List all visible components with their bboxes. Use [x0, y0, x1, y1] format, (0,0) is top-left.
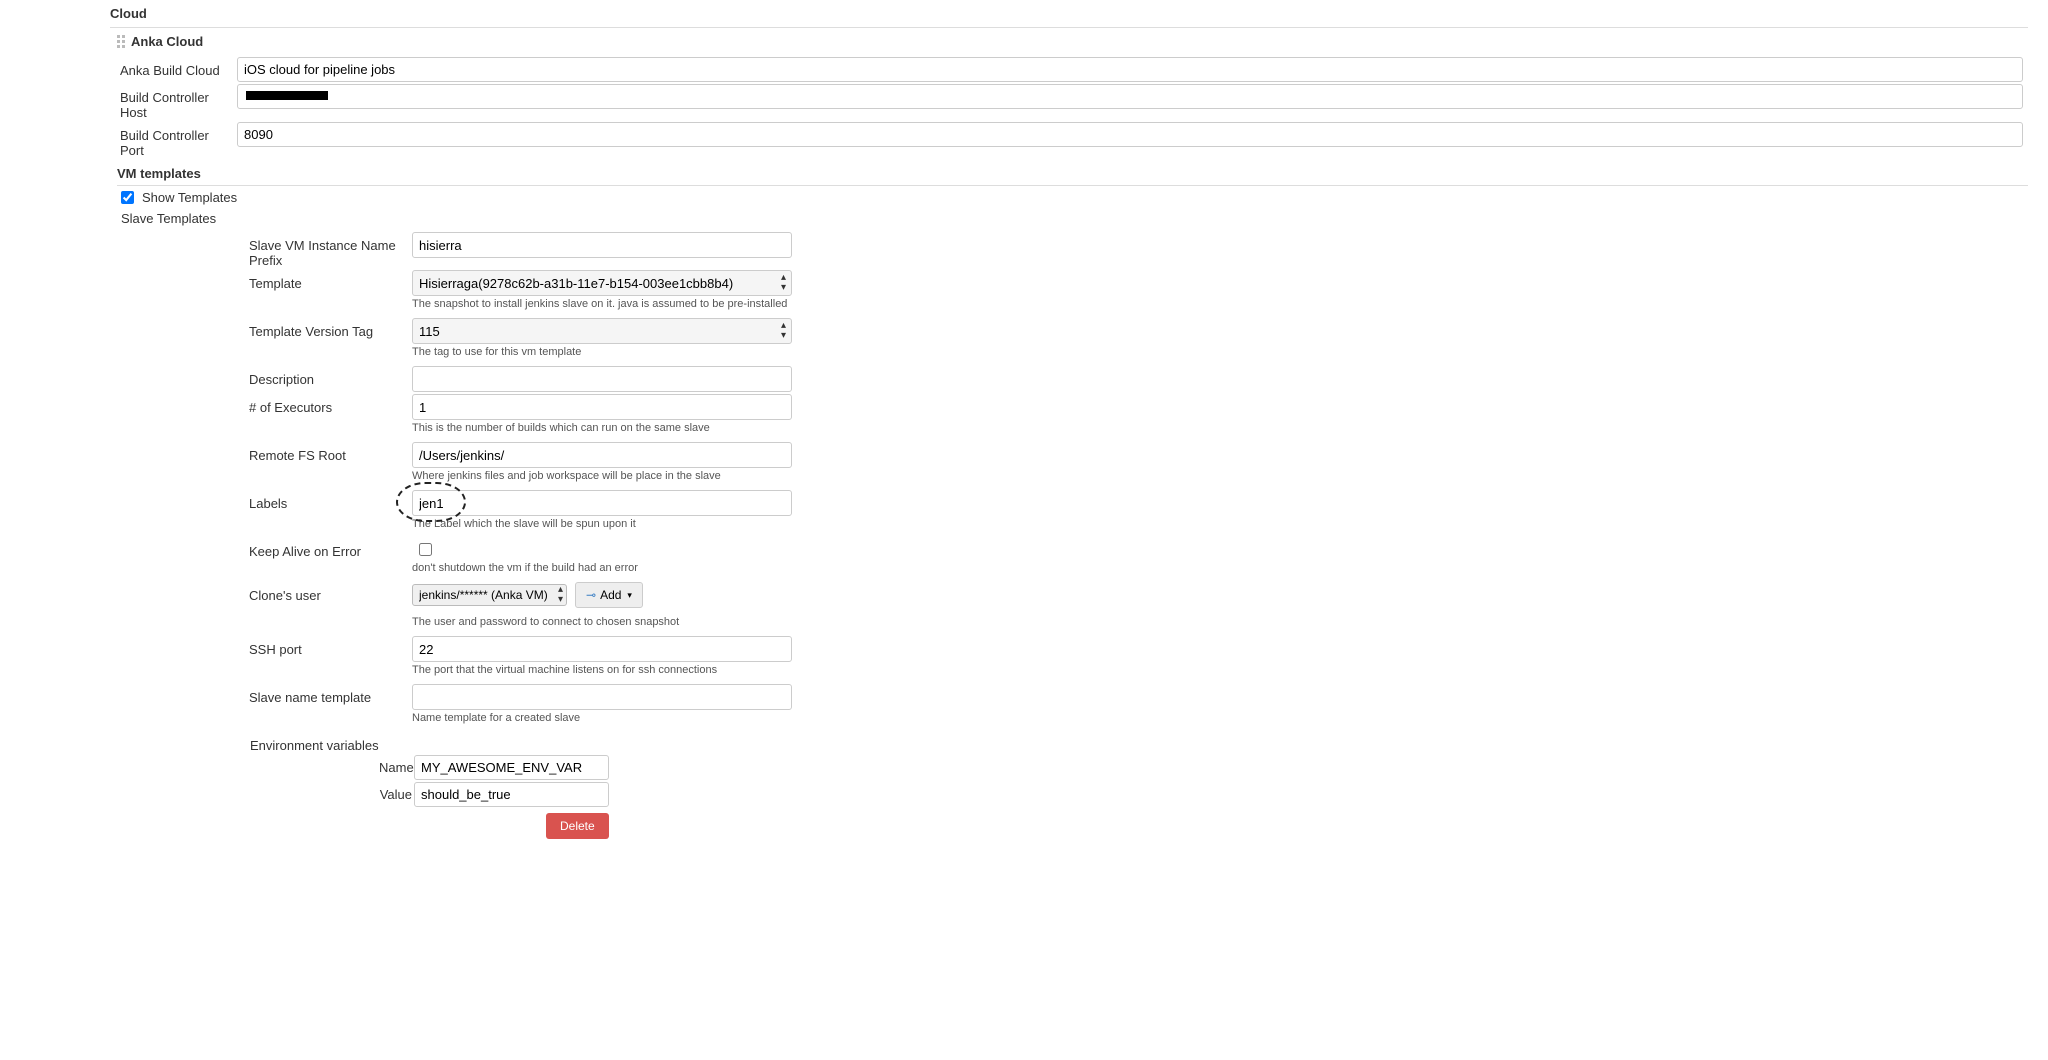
- labels-label: Labels: [249, 490, 412, 511]
- env-name-label: Name: [379, 760, 412, 775]
- vm-templates-heading: VM templates: [117, 160, 2028, 186]
- key-icon: ⊸: [586, 588, 596, 602]
- ssh-port-label: SSH port: [249, 636, 412, 657]
- env-value-label: Value: [379, 787, 412, 802]
- name-template-label: Slave name template: [249, 684, 412, 705]
- clone-user-hint: The user and password to connect to chos…: [412, 616, 792, 628]
- anka-cloud-heading: Anka Cloud: [117, 28, 2028, 55]
- anka-cloud-label: Anka Cloud: [131, 34, 203, 49]
- show-templates-label: Show Templates: [142, 190, 237, 205]
- add-button-label: Add: [600, 588, 621, 602]
- add-credentials-button[interactable]: ⊸ Add ▾: [575, 582, 643, 608]
- name-template-input[interactable]: [412, 684, 792, 710]
- env-vars-heading: Environment variables: [250, 732, 379, 753]
- executors-label: # of Executors: [249, 394, 412, 415]
- keepalive-checkbox[interactable]: [419, 543, 432, 556]
- name-template-hint: Name template for a created slave: [412, 712, 792, 724]
- controller-host-label: Build Controller Host: [120, 84, 237, 120]
- version-select[interactable]: 115: [412, 318, 792, 344]
- chevron-down-icon: ▾: [627, 590, 632, 601]
- controller-host-input[interactable]: [237, 84, 2023, 109]
- keepalive-hint: don't shutdown the vm if the build had a…: [412, 562, 792, 574]
- description-input[interactable]: [412, 366, 792, 392]
- executors-hint: This is the number of builds which can r…: [412, 422, 792, 434]
- fsroot-hint: Where jenkins files and job workspace wi…: [412, 470, 792, 482]
- controller-port-label: Build Controller Port: [120, 122, 237, 158]
- labels-input[interactable]: [412, 490, 792, 516]
- keepalive-label: Keep Alive on Error: [249, 538, 412, 559]
- env-name-input[interactable]: [414, 755, 609, 780]
- controller-port-input[interactable]: [237, 122, 2023, 147]
- cloud-heading: Cloud: [110, 0, 2028, 28]
- template-label: Template: [249, 270, 412, 291]
- description-label: Description: [249, 366, 412, 387]
- template-select[interactable]: Hisierraga(9278c62b-a31b-11e7-b154-003ee…: [412, 270, 792, 296]
- version-label: Template Version Tag: [249, 318, 412, 339]
- slave-templates-label: Slave Templates: [121, 209, 2028, 230]
- ssh-port-input[interactable]: [412, 636, 792, 662]
- env-value-input[interactable]: [414, 782, 609, 807]
- build-cloud-label: Anka Build Cloud: [120, 57, 237, 78]
- ssh-port-hint: The port that the virtual machine listen…: [412, 664, 792, 676]
- executors-input[interactable]: [412, 394, 792, 420]
- show-templates-checkbox[interactable]: [121, 191, 134, 204]
- labels-hint: The Label which the slave will be spun u…: [412, 518, 792, 530]
- fsroot-input[interactable]: [412, 442, 792, 468]
- build-cloud-input[interactable]: [237, 57, 2023, 82]
- fsroot-label: Remote FS Root: [249, 442, 412, 463]
- clone-user-select[interactable]: jenkins/****** (Anka VM): [412, 584, 567, 606]
- template-hint: The snapshot to install jenkins slave on…: [412, 298, 792, 310]
- version-hint: The tag to use for this vm template: [412, 346, 792, 358]
- drag-handle-icon[interactable]: [117, 35, 125, 48]
- clone-user-label: Clone's user: [249, 582, 412, 603]
- redacted-host-value: [246, 91, 328, 100]
- prefix-label: Slave VM Instance Name Prefix: [249, 232, 412, 268]
- delete-button[interactable]: Delete: [546, 813, 609, 839]
- prefix-input[interactable]: [412, 232, 792, 258]
